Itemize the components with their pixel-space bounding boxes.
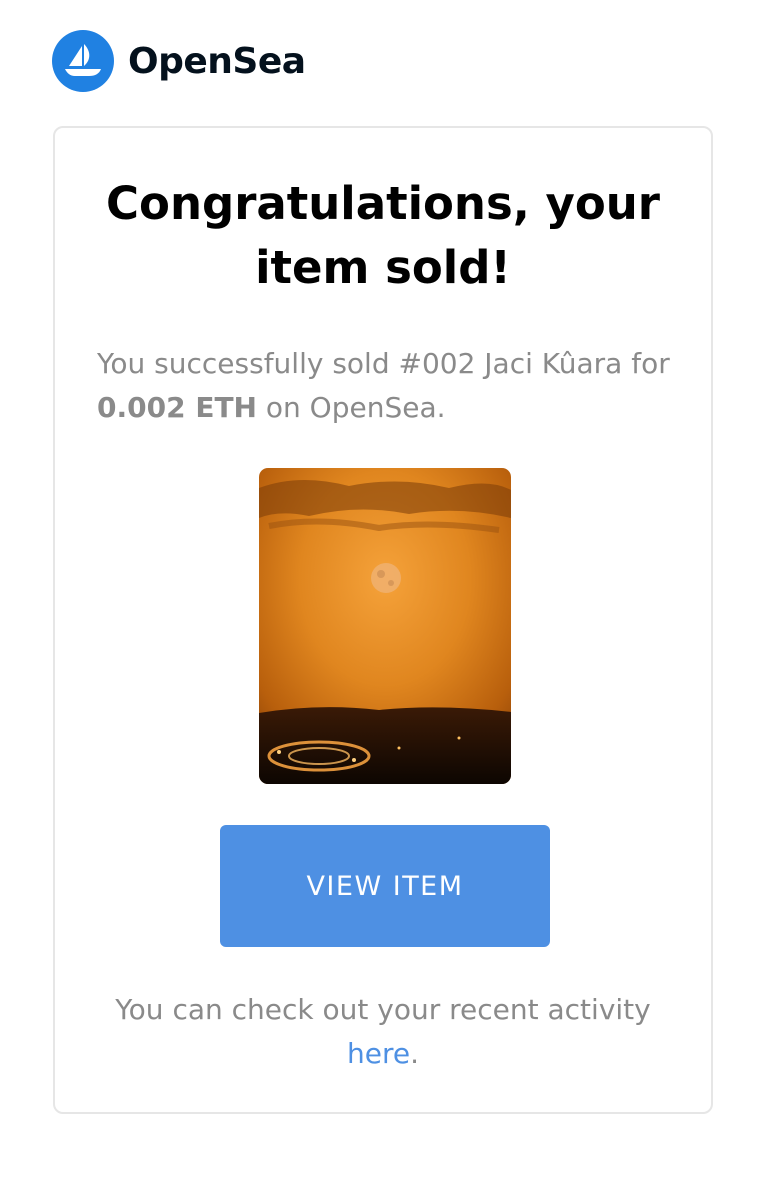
activity-period: . — [410, 1037, 419, 1070]
sale-description: You successfully sold #002 Jaci Kûara fo… — [97, 342, 687, 430]
sale-price: 0.002 ETH — [97, 391, 257, 424]
activity-note: You can check out your recent activity h… — [55, 988, 711, 1076]
notification-card: Congratulations, your item sold! You suc… — [53, 126, 713, 1114]
view-item-button[interactable]: VIEW ITEM — [220, 825, 550, 947]
activity-text: You can check out your recent activity — [115, 993, 651, 1026]
page-title: Congratulations, your item sold! — [55, 172, 711, 300]
nft-artwork-image — [259, 468, 511, 784]
opensea-logo[interactable] — [52, 30, 114, 92]
brand-name: OpenSea — [128, 40, 306, 82]
title-line-2: item sold! — [255, 241, 511, 294]
activity-link[interactable]: here — [347, 1037, 410, 1070]
title-line-1: Congratulations, your — [106, 177, 660, 230]
nft-image[interactable] — [259, 468, 511, 784]
desc-suffix: on OpenSea. — [256, 391, 446, 424]
sailboat-icon — [65, 44, 101, 76]
desc-prefix: You successfully sold #002 Jaci Kûara fo… — [97, 347, 670, 380]
header: OpenSea — [52, 30, 306, 92]
